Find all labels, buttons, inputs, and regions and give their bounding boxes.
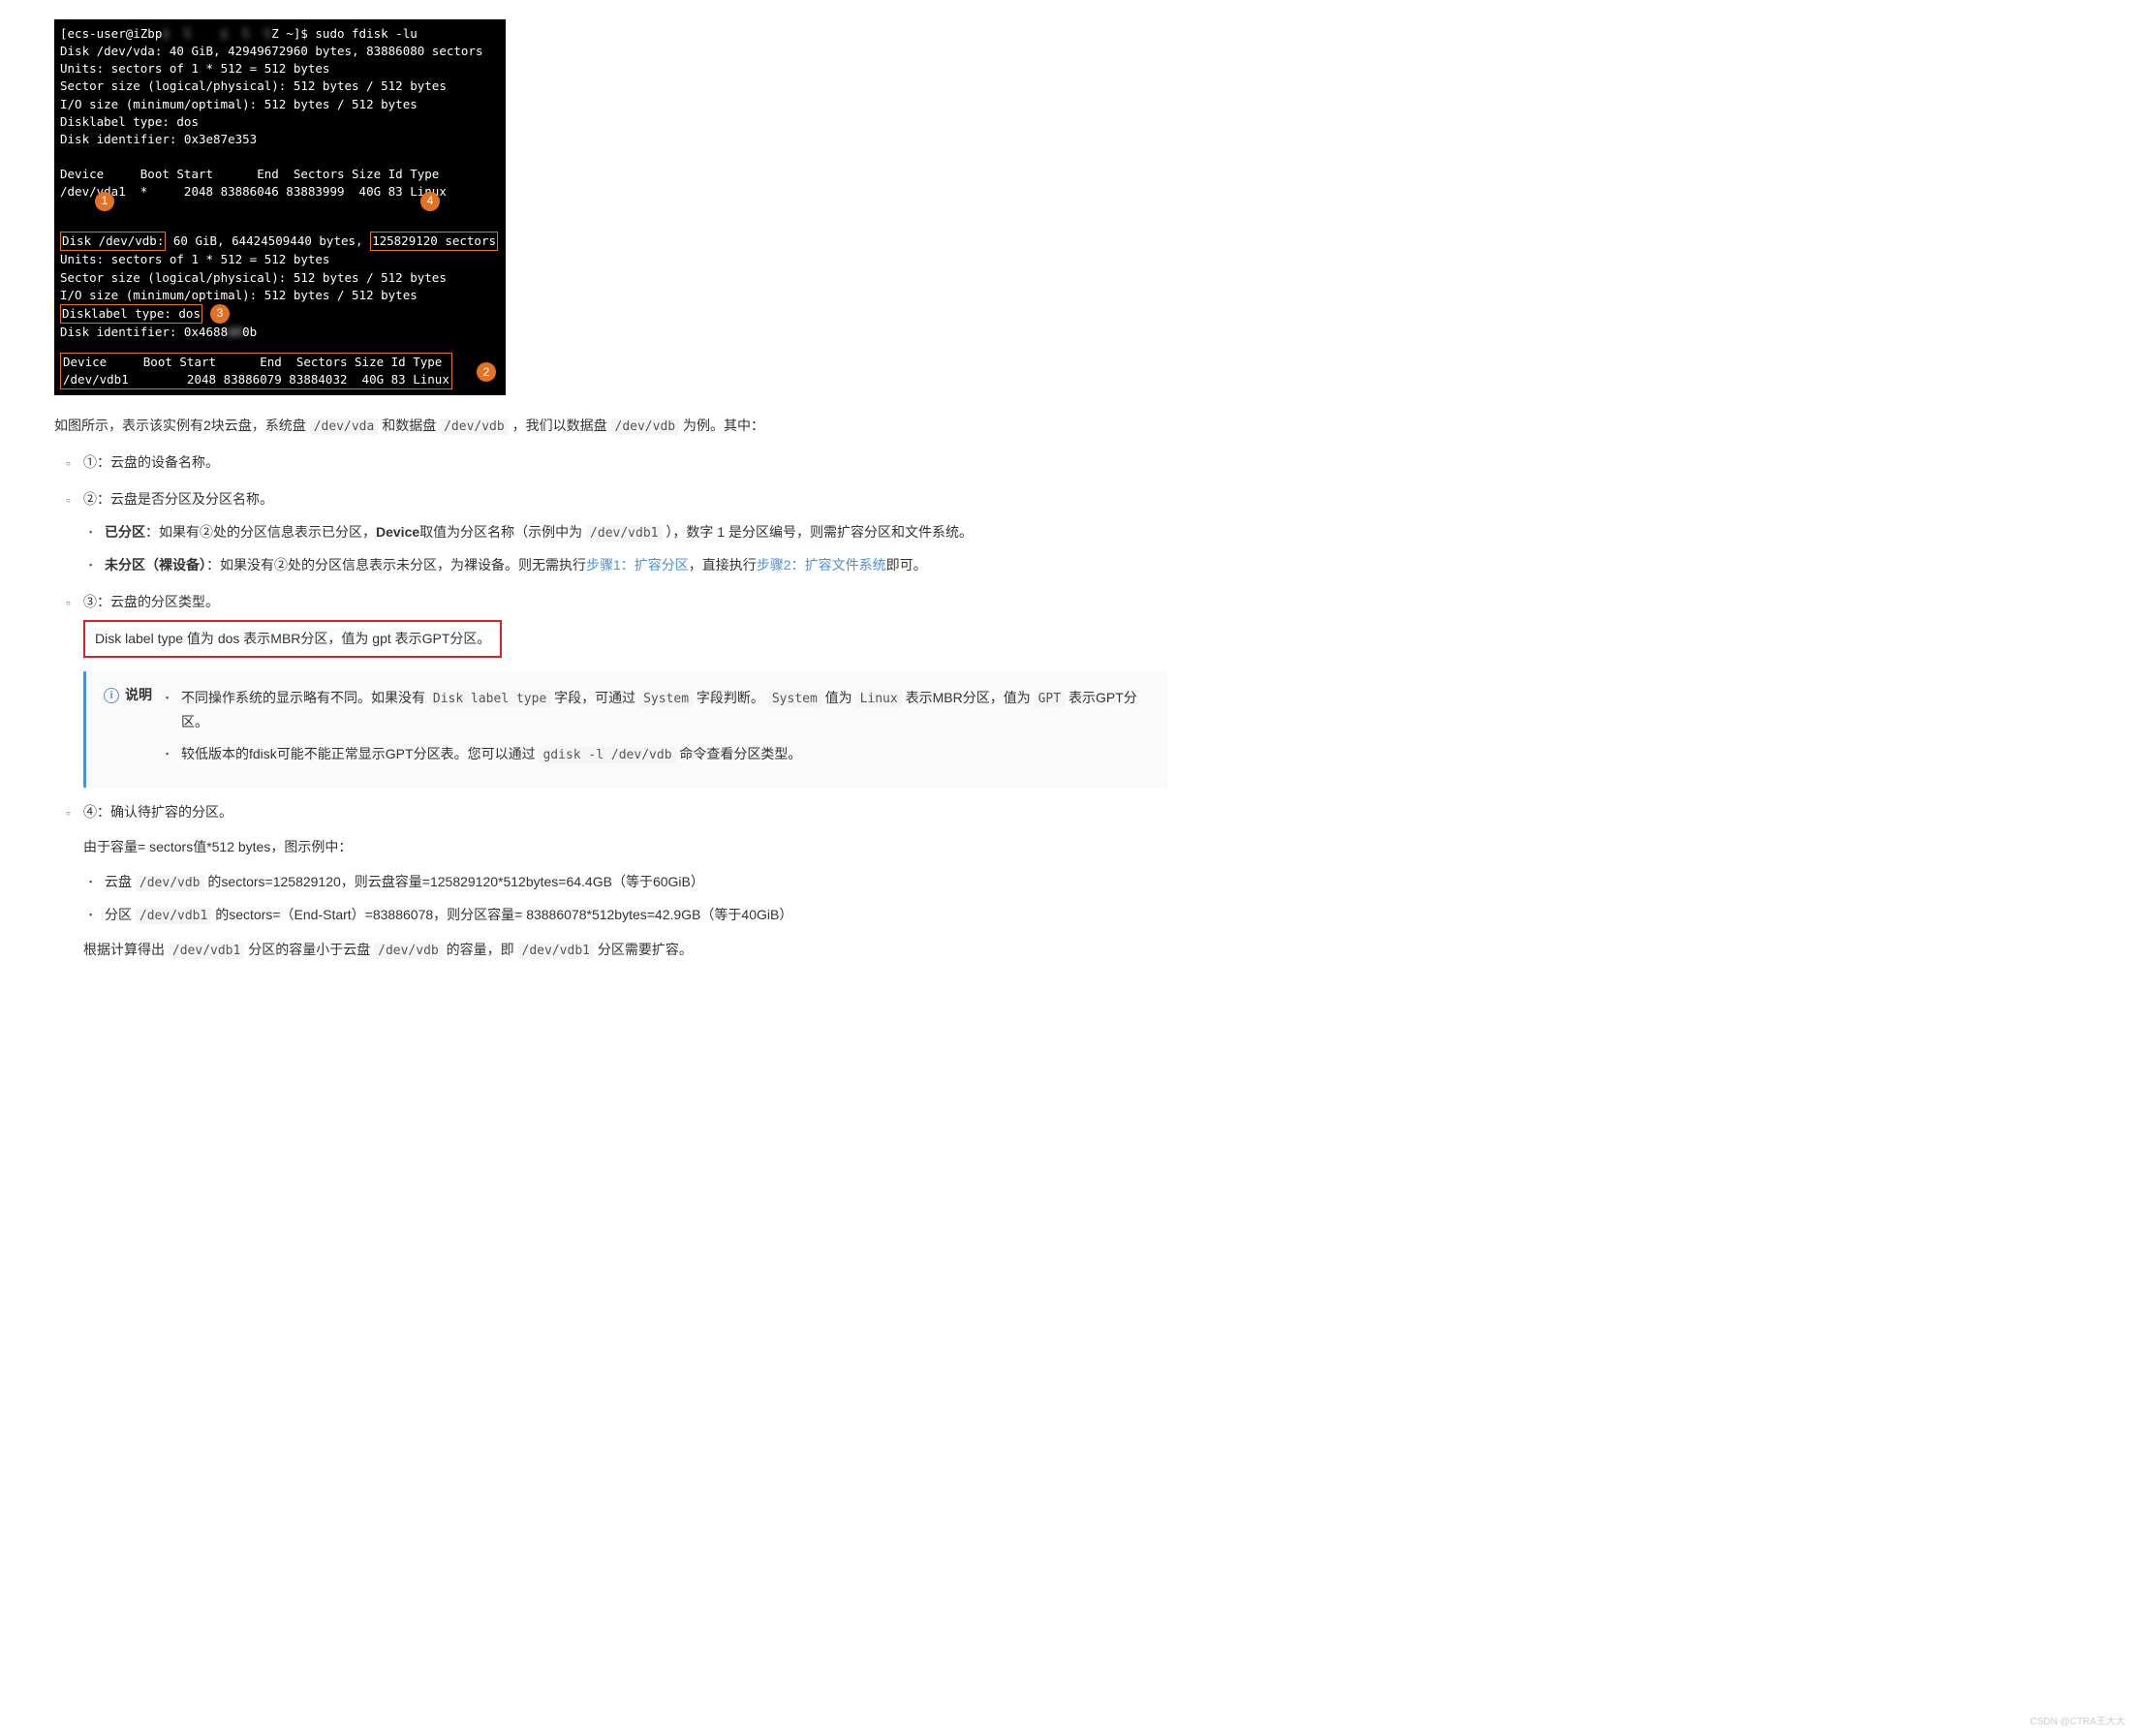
device-header: Device Boot Start End Sectors Size Id Ty…: [60, 166, 500, 183]
list-item-3: ③：云盘的分区类型。 Disk label type 值为 dos 表示MBR分…: [83, 591, 1168, 789]
intro-paragraph: 如图所示，表示该实例有2块云盘，系统盘 /dev/vda 和数据盘 /dev/v…: [54, 415, 1168, 438]
terminal-prompt: [ecs-user@iZbpi l i l lZ ~]$ sudo fdisk …: [60, 25, 500, 43]
info-note-2: 较低版本的fdisk可能不能正常显示GPT分区表。您可以通过 gdisk -l …: [166, 743, 1153, 766]
badge-1: 1: [95, 192, 114, 211]
list-item-2a: 已分区：如果有②处的分区信息表示已分区，Device取值为分区名称（示例中为 /…: [105, 521, 1168, 544]
disklabel-highlight: Disklabel type: dos: [60, 304, 202, 324]
badge-2: 2: [477, 362, 496, 382]
red-highlight-box: Disk label type 值为 dos 表示MBR分区，值为 gpt 表示…: [83, 620, 502, 659]
link-step1[interactable]: 步骤1：扩容分区: [586, 557, 689, 573]
item4-calc-disk: 云盘 /dev/vdb 的sectors=125829120，则云盘容量=125…: [105, 871, 1168, 894]
document-body: 如图所示，表示该实例有2块云盘，系统盘 /dev/vda 和数据盘 /dev/v…: [54, 415, 1168, 962]
code-vda: /dev/vda: [310, 418, 379, 435]
watermark: CSDN @CTRA王大大: [2030, 1714, 2126, 1730]
vdb-name-highlight: Disk /dev/vdb:: [60, 232, 166, 251]
list-item-2: ②：云盘是否分区及分区名称。 已分区：如果有②处的分区信息表示已分区，Devic…: [83, 488, 1168, 577]
info-icon: i: [104, 688, 119, 703]
info-note-1: 不同操作系统的显示略有不同。如果没有 Disk label type 字段，可通…: [166, 687, 1153, 733]
vdb-partition-highlight: Device Boot Start End Sectors Size Id Ty…: [60, 353, 452, 389]
item4-conclusion: 根据计算得出 /dev/vdb1 分区的容量小于云盘 /dev/vdb 的容量，…: [83, 939, 1168, 962]
item4-calc-partition: 分区 /dev/vdb1 的sectors=（End-Start）=838860…: [105, 904, 1168, 927]
terminal-screenshot: [ecs-user@iZbpi l i l lZ ~]$ sudo fdisk …: [54, 19, 506, 395]
list-item-4: ④：确认待扩容的分区。 由于容量= sectors值*512 bytes，图示例…: [83, 801, 1168, 962]
badge-4: 4: [420, 192, 440, 211]
vda-header: Disk /dev/vda: 40 GiB, 42949672960 bytes…: [60, 43, 500, 60]
code-vdb: /dev/vdb: [611, 418, 680, 435]
list-item-1: ①：云盘的设备名称。: [83, 451, 1168, 475]
info-title: 说明: [125, 684, 152, 707]
code-vdb: /dev/vdb: [440, 418, 509, 435]
list-item-2b: 未分区（裸设备）：如果没有②处的分区信息表示未分区，为裸设备。则无需执行步骤1：…: [105, 554, 1168, 577]
info-note-panel: i 说明 不同操作系统的显示略有不同。如果没有 Disk label type …: [83, 671, 1168, 788]
badge-3: 3: [210, 304, 230, 324]
item4-sub: 由于容量= sectors值*512 bytes，图示例中：: [83, 836, 1168, 859]
vdb-sectors-highlight: 125829120 sectors: [370, 232, 498, 251]
link-step2[interactable]: 步骤2：扩容文件系统: [757, 557, 886, 573]
